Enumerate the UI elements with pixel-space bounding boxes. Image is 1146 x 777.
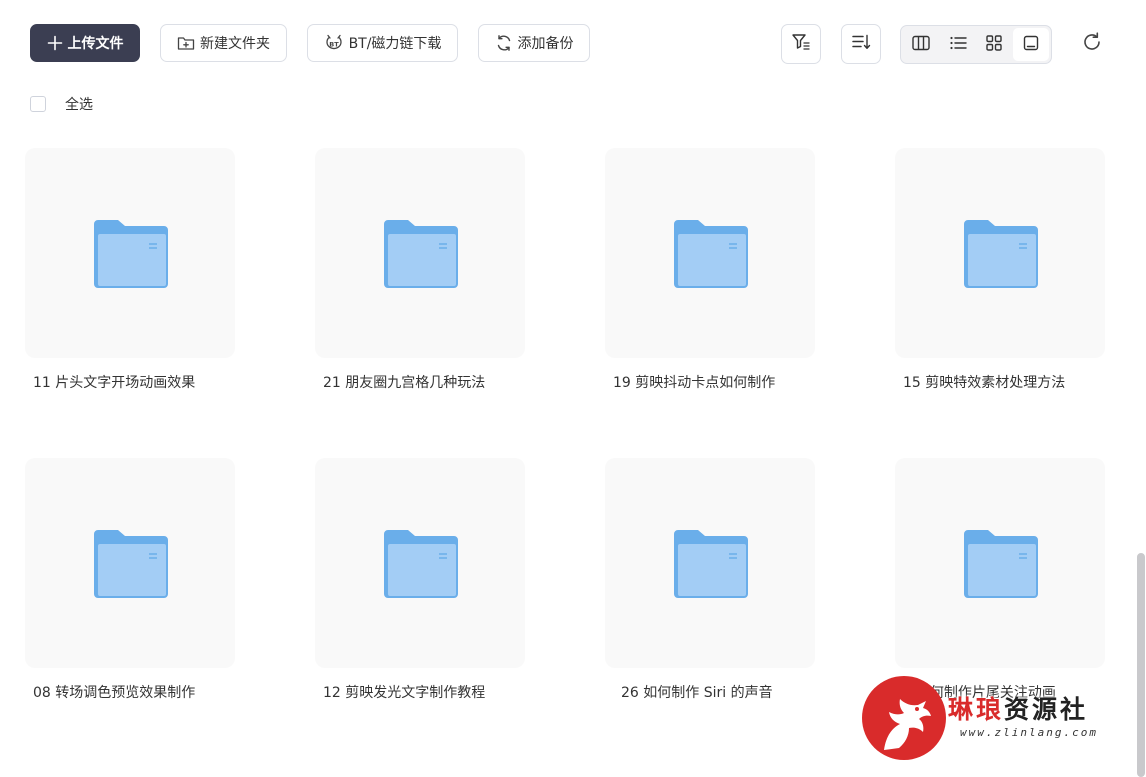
folder-icon — [674, 530, 748, 602]
list-view-icon — [948, 34, 968, 56]
preview-view-icon — [1021, 34, 1041, 56]
sort-button[interactable] — [841, 24, 881, 64]
select-all-label: 全选 — [65, 97, 93, 113]
view-switcher — [900, 25, 1052, 64]
toolbar: 上传文件 新建文件夹 BT BT/磁力链下载 添加备份 — [0, 0, 1146, 88]
dragon-logo-icon — [862, 676, 946, 760]
folder-name[interactable]: 26 如何制作 Siri 的声音 — [621, 682, 773, 702]
folder-icon — [384, 530, 458, 602]
plus-icon — [47, 35, 63, 51]
folder-icon — [94, 530, 168, 602]
folder-plus-icon — [177, 35, 195, 51]
folder-card[interactable] — [315, 458, 525, 668]
folder-card[interactable] — [605, 458, 815, 668]
bt-icon: BT — [324, 34, 344, 52]
columns-view-button[interactable] — [903, 28, 940, 61]
select-all-checkbox[interactable] — [30, 96, 46, 112]
folder-name[interactable]: 11 片头文字开场动画效果 — [33, 372, 195, 392]
columns-view-icon — [911, 34, 931, 56]
folder-name[interactable]: 19 剪映抖动卡点如何制作 — [613, 372, 775, 392]
folder-icon — [674, 220, 748, 292]
folder-icon — [94, 220, 168, 292]
watermark-title-part2: 资源社 — [1004, 695, 1089, 724]
folder-name[interactable]: 21 朋友圈九宫格几种玩法 — [323, 372, 485, 392]
folder-name[interactable]: 08 转场调色预览效果制作 — [33, 682, 195, 702]
watermark-url: www.zlinlang.com — [960, 726, 1098, 739]
sort-icon — [851, 33, 871, 55]
upload-button[interactable]: 上传文件 — [30, 24, 140, 62]
folder-card[interactable] — [605, 148, 815, 358]
folder-icon — [964, 220, 1038, 292]
filter-icon — [791, 33, 811, 55]
add-backup-button[interactable]: 添加备份 — [478, 24, 590, 62]
grid-view-button[interactable] — [976, 28, 1013, 61]
folder-card[interactable] — [315, 148, 525, 358]
folder-name[interactable]: 12 剪映发光文字制作教程 — [323, 682, 485, 702]
watermark-title-part1: 琳琅 — [948, 695, 1005, 724]
folder-card[interactable] — [25, 458, 235, 668]
watermark-title: 琳琅资源社 — [948, 690, 1088, 726]
folder-icon — [384, 220, 458, 292]
sync-icon — [495, 34, 513, 52]
new-folder-button[interactable]: 新建文件夹 — [160, 24, 287, 62]
scrollbar-thumb[interactable] — [1137, 553, 1145, 777]
folder-card[interactable] — [895, 148, 1105, 358]
preview-view-button[interactable] — [1012, 28, 1049, 61]
list-view-button[interactable] — [940, 28, 977, 61]
refresh-button[interactable] — [1078, 30, 1106, 58]
folder-name[interactable]: 15 剪映特效素材处理方法 — [903, 372, 1065, 392]
filter-button[interactable] — [781, 24, 821, 64]
select-all: 全选 — [30, 94, 93, 114]
bt-download-button[interactable]: BT BT/磁力链下载 — [307, 24, 458, 62]
refresh-icon — [1081, 31, 1103, 57]
watermark: 琳琅资源社 www.zlinlang.com — [862, 676, 1124, 760]
svg-text:BT: BT — [329, 41, 339, 49]
bt-download-button-label: BT/磁力链下载 — [348, 36, 442, 52]
new-folder-button-label: 新建文件夹 — [200, 36, 270, 52]
folder-icon — [964, 530, 1038, 602]
add-backup-button-label: 添加备份 — [517, 36, 574, 52]
folder-card[interactable] — [895, 458, 1105, 668]
grid-view-icon — [984, 34, 1004, 56]
folder-card[interactable] — [25, 148, 235, 358]
upload-button-label: 上传文件 — [67, 36, 124, 52]
